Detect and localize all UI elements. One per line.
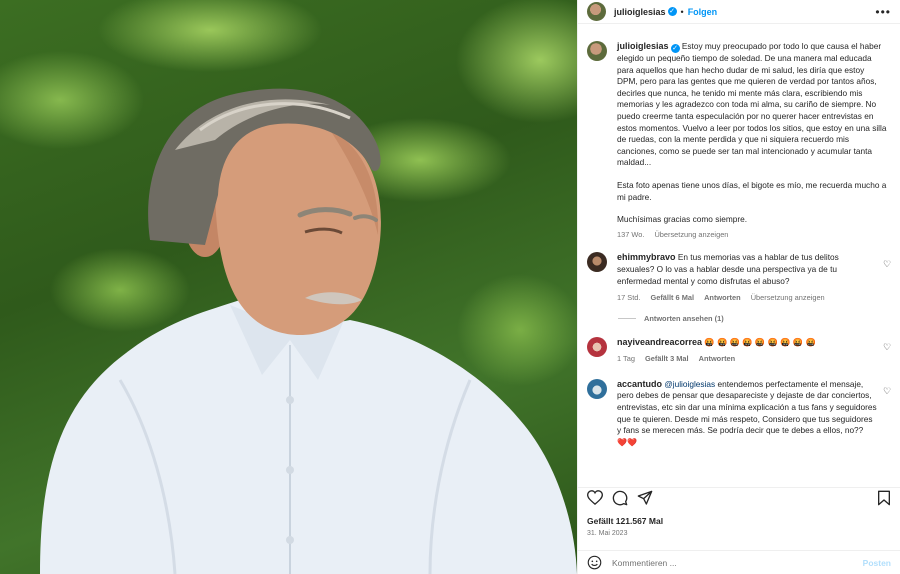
verified-badge-icon: ✓ [670, 44, 680, 53]
comment-time[interactable]: 1 Tag [617, 354, 635, 363]
comments-scroll-area[interactable]: julioiglesias ✓ Estoy muy preocupado por … [578, 30, 900, 482]
commenter-avatar[interactable] [587, 252, 607, 273]
caption: julioiglesias ✓ Estoy muy preocupado por … [578, 30, 900, 240]
comment-body: ehimmybravo En tus memorias vas a hablar… [617, 252, 891, 303]
comment-body: nayiveandreacorrea 🤬 🤬 🤬 🤬 🤬 🤬 🤬 🤬 🤬 1 T… [617, 337, 891, 365]
like-comment-heart-icon[interactable]: ♡ [883, 260, 891, 269]
commenter-username[interactable]: nayiveandreacorrea [617, 337, 702, 347]
comment-body: accantudo @julioiglesias entendemos perf… [617, 379, 891, 449]
commenter-avatar[interactable] [587, 336, 607, 357]
comment-time[interactable]: 17 Std. [617, 293, 640, 302]
post-date[interactable]: 31. Mai 2023 [587, 530, 627, 537]
comment: nayiveandreacorrea 🤬 🤬 🤬 🤬 🤬 🤬 🤬 🤬 🤬 1 T… [578, 323, 900, 365]
red-hearts-emoji: ❤️❤️ [617, 437, 637, 447]
caption-text-1: Estoy muy preocupado por todo lo que cau… [617, 41, 887, 168]
comment-likes[interactable]: Gefällt 6 Mal [650, 293, 694, 302]
post-header: julioiglesias ✓ • Folgen ••• [578, 0, 900, 24]
caption-text-2: Esta foto apenas tiene unos días, el big… [617, 179, 887, 202]
post-comment-button[interactable]: Posten [863, 558, 891, 568]
comment-text: 🤬 🤬 🤬 🤬 🤬 🤬 🤬 🤬 🤬 [704, 336, 816, 347]
comment-composer: Kommentieren ... Posten [578, 550, 900, 574]
commenter-username[interactable]: ehimmybravo [617, 252, 676, 262]
commenter-username[interactable]: accantudo [617, 379, 662, 389]
comment: ehimmybravo En tus memorias vas a hablar… [578, 240, 900, 303]
view-replies-button[interactable]: Antworten ansehen (1) [618, 314, 900, 323]
comment-meta: 17 Std. Gefällt 6 Mal Antworten Übersetz… [617, 292, 877, 304]
verified-badge-icon: ✓ [667, 7, 677, 16]
like-heart-icon[interactable] [587, 490, 603, 505]
like-comment-heart-icon[interactable]: ♡ [883, 386, 891, 395]
caption-text-3: Muchísimas gracias como siempre. [617, 214, 748, 225]
translate-link[interactable]: Übersetzung anzeigen [751, 293, 825, 302]
caption-username[interactable]: julioiglesias [617, 41, 669, 51]
share-paper-plane-icon[interactable] [637, 490, 653, 506]
portrait-illustration [40, 88, 577, 574]
post-photo[interactable] [0, 0, 577, 574]
commenter-avatar[interactable] [587, 378, 607, 399]
comment-likes[interactable]: Gefällt 3 Mal [645, 354, 689, 363]
caption-body: julioiglesias ✓ Estoy muy preocupado por … [617, 41, 891, 240]
caption-time[interactable]: 137 Wo. [617, 230, 644, 239]
more-options-icon[interactable]: ••• [875, 5, 891, 19]
follow-button[interactable]: Folgen [688, 7, 718, 17]
caption-meta: 137 Wo. Übersetzung anzeigen [617, 229, 887, 241]
comment-bubble-icon[interactable] [612, 490, 628, 506]
post-actions-bar [578, 487, 900, 507]
post-side-panel: julioiglesias ✓ • Folgen ••• julioiglesi… [577, 0, 900, 574]
replies-line [618, 317, 636, 319]
save-bookmark-icon[interactable] [877, 490, 891, 506]
emoji-smiley-icon[interactable] [587, 555, 602, 570]
reply-button[interactable]: Antworten [699, 354, 736, 363]
translate-link[interactable]: Übersetzung anzeigen [654, 230, 728, 239]
view-replies-label[interactable]: Antworten ansehen (1) [644, 314, 724, 323]
author-avatar[interactable] [587, 2, 606, 21]
separator-dot: • [680, 6, 684, 17]
comment-input[interactable]: Kommentieren ... [612, 558, 863, 568]
comment: accantudo @julioiglesias entendemos perf… [578, 365, 900, 449]
author-username[interactable]: julioiglesias [614, 7, 666, 17]
like-comment-heart-icon[interactable]: ♡ [883, 342, 891, 351]
caption-avatar[interactable] [587, 41, 607, 61]
comment-meta: 1 Tag Gefällt 3 Mal Antworten [617, 353, 877, 365]
mention-link[interactable]: @julioiglesias [664, 379, 715, 389]
reply-button[interactable]: Antworten [704, 293, 741, 302]
likes-count[interactable]: Gefällt 121.567 Mal [587, 516, 663, 526]
